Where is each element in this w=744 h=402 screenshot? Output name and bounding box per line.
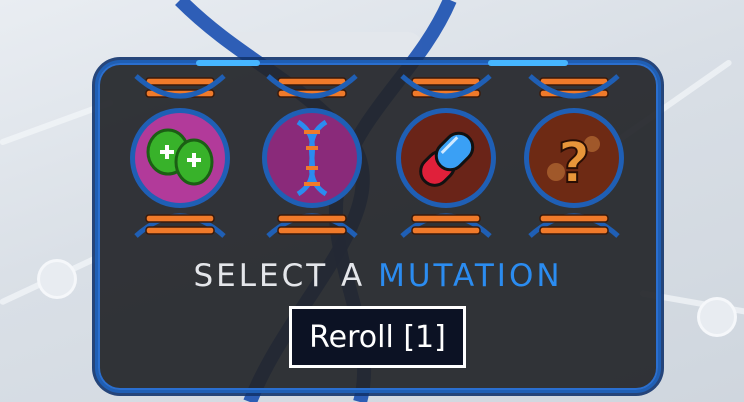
mutation-card-1[interactable] [118, 72, 242, 240]
dna-helix-icon [296, 119, 328, 197]
green-cells-plus-icon [146, 128, 214, 186]
panel-highlight [488, 60, 568, 66]
blue-pill-icon [419, 131, 475, 187]
svg-text:?: ? [558, 131, 590, 196]
mutation-card-3[interactable] [384, 72, 508, 240]
title-prefix: SELECT A [193, 258, 379, 294]
title-accent: MUTATION [378, 258, 563, 294]
panel-highlight [196, 60, 260, 66]
mutation-card-4[interactable]: ? [512, 72, 636, 240]
reroll-label: Reroll [1] [309, 319, 446, 355]
mystery-question-icon: ? [547, 130, 600, 197]
select-mutation-title: SELECT A MUTATION [98, 258, 658, 294]
reroll-button[interactable]: Reroll [1] [289, 306, 466, 368]
mutation-card-2[interactable] [250, 72, 374, 240]
